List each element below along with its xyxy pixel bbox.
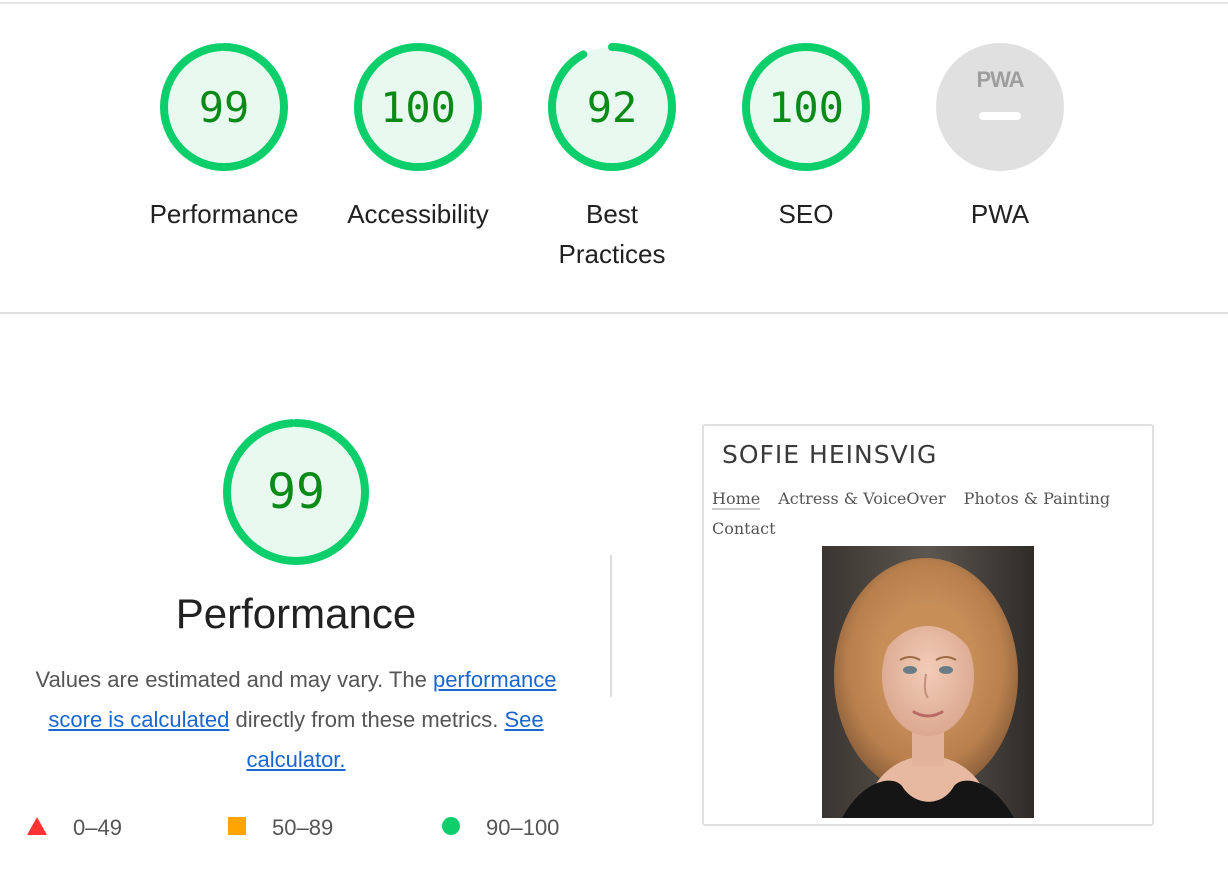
page-screenshot: SOFIE HEINSVIG Home Actress & VoiceOver Ph… — [702, 424, 1154, 826]
gauge-accessibility[interactable]: 100 Accessibility — [325, 42, 511, 234]
description-text-1: Values are estimated and may vary. The — [35, 667, 433, 692]
nav-photos-painting[interactable]: Photos & Painting — [964, 489, 1111, 508]
gauge-performance-label: Performance — [149, 199, 299, 229]
gauge-seo[interactable]: 100 SEO — [713, 42, 899, 234]
gauge-performance-score: 99 — [199, 83, 250, 132]
gauge-pwa[interactable]: PWA PWA — [907, 42, 1093, 234]
legend-fail: 0–49 — [27, 815, 122, 841]
top-border — [0, 2, 1228, 4]
performance-title: Performance — [175, 590, 417, 637]
pwa-badge-icon: PWA — [936, 43, 1064, 171]
pwa-dash-icon — [979, 112, 1021, 120]
nav-contact[interactable]: Contact — [712, 519, 776, 538]
gauge-seo-score: 100 — [768, 83, 844, 132]
triangle-fail-icon — [27, 815, 47, 841]
gauge-best-practices-ring: 92 — [548, 43, 676, 171]
gauge-pwa-label: PWA — [970, 199, 1030, 229]
nav-home[interactable]: Home — [712, 489, 761, 510]
legend-pass: 90–100 — [442, 815, 559, 841]
gauge-accessibility-score: 100 — [380, 83, 456, 132]
gauge-best-practices-label: Best Practices — [558, 199, 666, 269]
performance-gauge-large-score: 99 — [267, 464, 325, 520]
site-title: SOFIE HEINSVIG — [722, 440, 938, 469]
gauge-best-practices-score: 92 — [587, 83, 638, 132]
pwa-badge-text: PWA — [976, 67, 1024, 92]
circle-pass-icon — [442, 815, 460, 841]
performance-gauge-large: 99 — [203, 418, 389, 566]
square-average-icon — [228, 815, 246, 841]
description-text-2: directly from these metrics. — [229, 707, 505, 732]
gauge-performance-ring: 99 — [160, 43, 288, 171]
vertical-separator — [610, 555, 612, 697]
nav-actress-voiceover[interactable]: Actress & VoiceOver — [778, 489, 945, 508]
gauge-seo-label: SEO — [778, 199, 834, 229]
gauge-best-practices[interactable]: 92 Best Practices — [519, 42, 705, 274]
gauge-performance[interactable]: 99 Performance — [131, 42, 317, 234]
performance-description: Values are estimated and may vary. The p… — [10, 660, 582, 780]
portrait-photo — [822, 546, 1034, 818]
gauge-accessibility-label: Accessibility — [347, 199, 489, 229]
gauge-seo-ring: 100 — [742, 43, 870, 171]
gauge-accessibility-ring: 100 — [354, 43, 482, 171]
site-nav: Home Actress & VoiceOver Photos & Painting… — [712, 484, 1142, 544]
legend-fail-range: 0–49 — [73, 815, 122, 840]
legend-average: 50–89 — [228, 815, 333, 841]
legend-average-range: 50–89 — [272, 815, 334, 840]
legend-pass-range: 90–100 — [486, 815, 560, 840]
section-divider — [0, 312, 1228, 314]
performance-gauge-large-ring: 99 — [223, 419, 369, 565]
